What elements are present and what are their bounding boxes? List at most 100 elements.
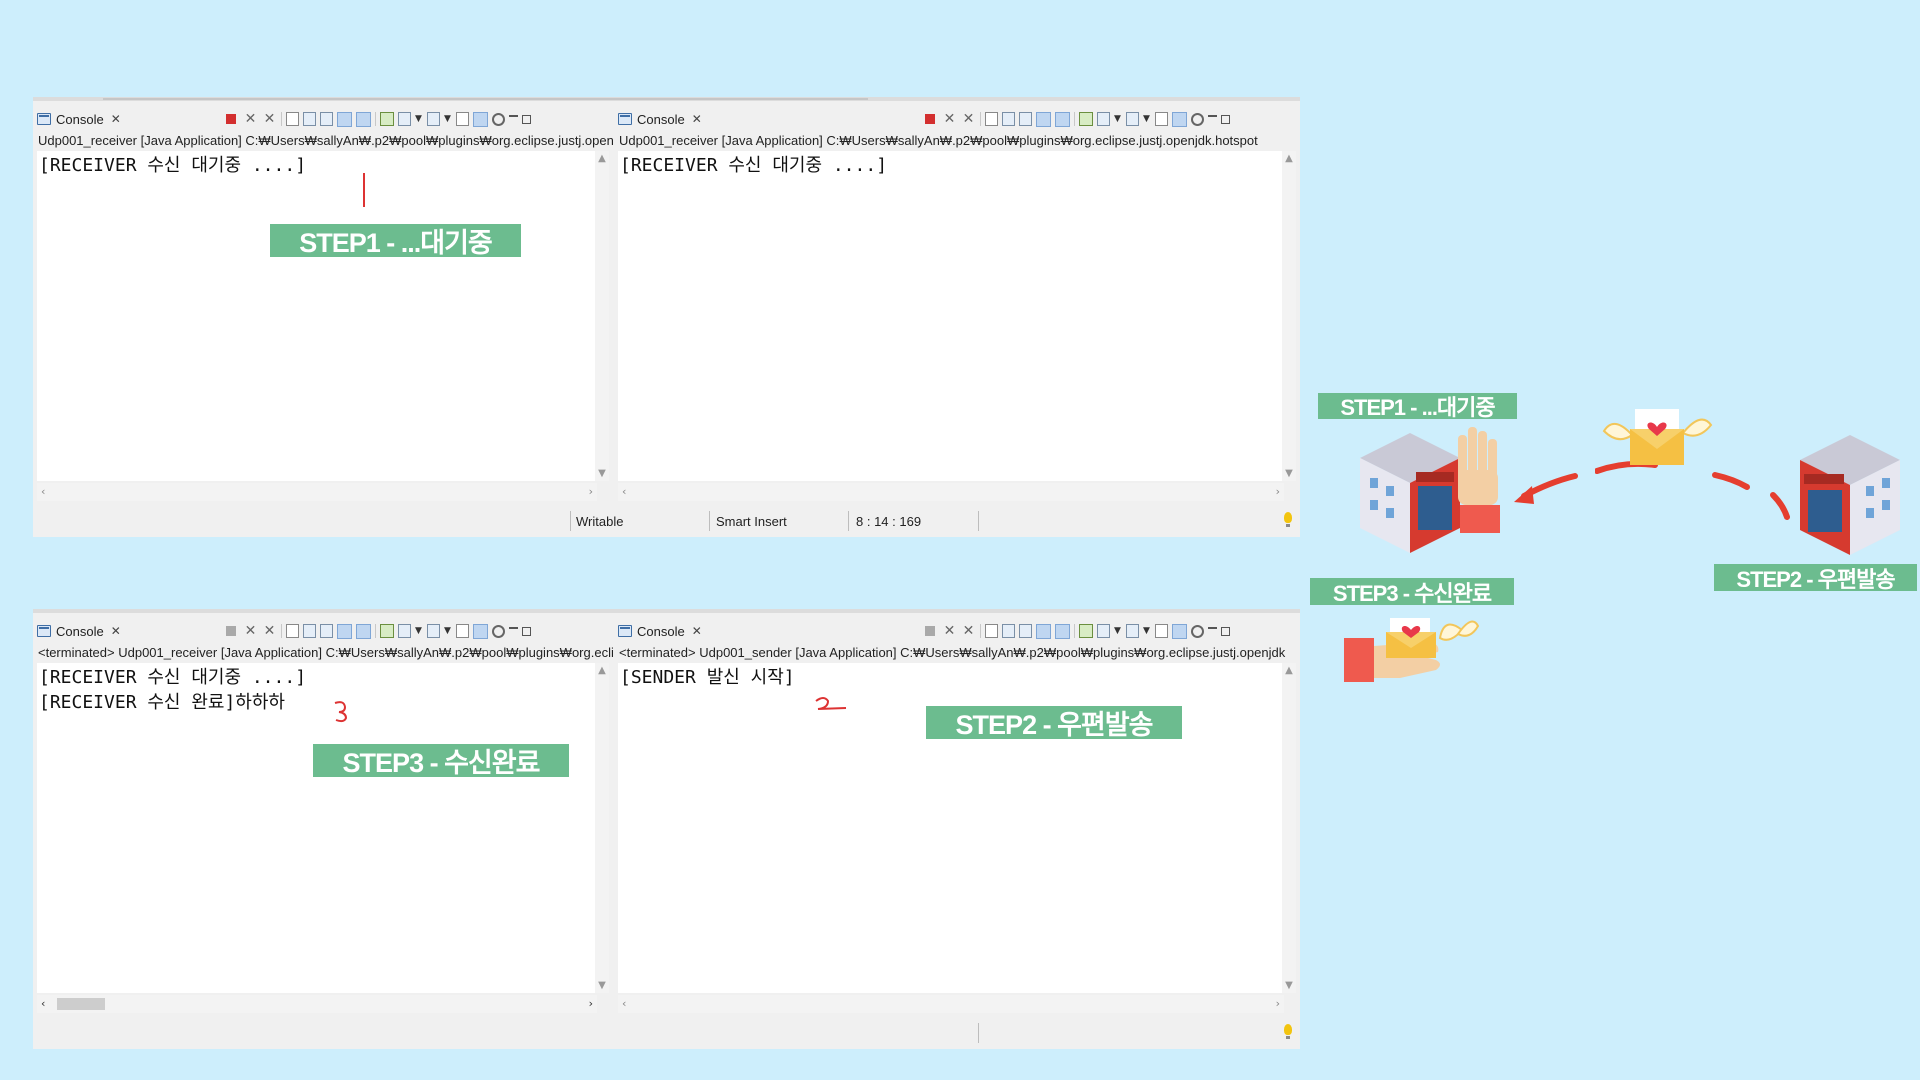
pin-console-icon[interactable] [380,624,394,638]
settings-icon[interactable] [492,624,505,638]
scroll-right-icon[interactable]: › [1276,997,1280,1010]
show-stderr-icon[interactable] [1055,623,1070,639]
scroll-lock-icon[interactable] [1002,112,1015,126]
terminate-icon[interactable] [226,114,236,124]
console-output[interactable]: [RECEIVER 수신 대기중 ....] [618,151,1284,481]
remove-all-icon[interactable]: ✕ [961,624,976,638]
word-wrap-icon[interactable] [1019,112,1032,126]
scroll-lock-icon[interactable] [1002,624,1015,638]
vertical-scrollbar[interactable]: ▲ ▼ [1282,663,1296,993]
scroll-left-icon[interactable]: ‹ [622,485,626,498]
vertical-scrollbar[interactable]: ▲ ▼ [595,151,609,481]
scroll-up-icon[interactable]: ▲ [1282,153,1296,164]
display-console-icon[interactable] [1097,624,1110,638]
pin-console-icon[interactable] [380,112,394,126]
scroll-left-icon[interactable]: ‹ [41,997,45,1010]
chevron-down-icon[interactable]: ▼ [444,624,452,638]
display-console-icon[interactable] [398,112,411,126]
remove-all-icon[interactable]: ✕ [262,624,277,638]
clear-console-icon[interactable] [286,624,299,638]
copy-icon[interactable] [1155,624,1168,638]
word-wrap-icon[interactable] [1019,624,1032,638]
console-tab[interactable]: Console ✕ [618,107,702,131]
close-icon[interactable]: ✕ [692,624,702,638]
remove-all-icon[interactable]: ✕ [961,112,976,126]
vertical-scrollbar[interactable]: ▲ ▼ [595,663,609,993]
word-wrap-icon[interactable] [320,624,333,638]
scroll-lock-icon[interactable] [303,112,316,126]
open-console-icon[interactable] [1126,624,1139,638]
remove-launch-icon[interactable]: ✕ [942,624,957,638]
display-console-icon[interactable] [1097,112,1110,126]
remove-launch-icon[interactable]: ✕ [243,112,258,126]
console-tab[interactable]: Console ✕ [618,619,702,643]
scroll-down-icon[interactable]: ▼ [595,468,609,479]
lightbulb-icon[interactable] [1284,512,1292,527]
copy-icon[interactable] [1155,112,1168,126]
show-stdout-icon[interactable] [337,623,352,639]
clear-console-icon[interactable] [985,624,998,638]
console-tab[interactable]: Console ✕ [37,619,121,643]
horizontal-scrollbar[interactable]: ‹ › [618,995,1284,1013]
lightbulb-icon[interactable] [1284,1024,1292,1039]
console-output[interactable]: [RECEIVER 수신 대기중 ....] [RECEIVER 수신 완료]하… [37,663,597,993]
remove-launch-icon[interactable]: ✕ [942,112,957,126]
open-console-icon[interactable] [1126,112,1139,126]
horizontal-scrollbar[interactable]: ‹ › [37,483,597,501]
chevron-down-icon[interactable]: ▼ [415,624,423,638]
scroll-down-icon[interactable]: ▼ [595,980,609,991]
maximize-icon[interactable] [1221,626,1230,636]
chevron-down-icon[interactable]: ▼ [415,112,423,126]
horizontal-scrollbar[interactable]: ‹ › [618,483,1284,501]
chevron-down-icon[interactable]: ▼ [1143,112,1151,126]
link-icon[interactable] [473,111,488,127]
minimize-icon[interactable] [1208,115,1217,117]
settings-icon[interactable] [492,112,505,126]
minimize-icon[interactable] [509,115,518,117]
link-icon[interactable] [1172,623,1187,639]
terminate-icon[interactable] [925,626,935,636]
open-console-icon[interactable] [427,624,440,638]
scroll-up-icon[interactable]: ▲ [595,153,609,164]
scroll-lock-icon[interactable] [303,624,316,638]
pin-console-icon[interactable] [1079,624,1093,638]
maximize-icon[interactable] [1221,114,1230,124]
copy-icon[interactable] [456,112,469,126]
scroll-right-icon[interactable]: › [1276,485,1280,498]
minimize-icon[interactable] [1208,627,1217,629]
show-stdout-icon[interactable] [1036,111,1051,127]
scroll-down-icon[interactable]: ▼ [1282,980,1296,991]
show-stderr-icon[interactable] [356,111,371,127]
clear-console-icon[interactable] [286,112,299,126]
chevron-down-icon[interactable]: ▼ [1143,624,1151,638]
scroll-left-icon[interactable]: ‹ [622,997,626,1010]
scroll-down-icon[interactable]: ▼ [1282,468,1296,479]
close-icon[interactable]: ✕ [111,624,121,638]
chevron-down-icon[interactable]: ▼ [1114,112,1122,126]
show-stderr-icon[interactable] [356,623,371,639]
settings-icon[interactable] [1191,624,1204,638]
pin-console-icon[interactable] [1079,112,1093,126]
minimize-icon[interactable] [509,627,518,629]
show-stdout-icon[interactable] [1036,623,1051,639]
console-tab[interactable]: Console ✕ [37,107,121,131]
settings-icon[interactable] [1191,112,1204,126]
vertical-scrollbar[interactable]: ▲ ▼ [1282,151,1296,481]
maximize-icon[interactable] [522,114,531,124]
link-icon[interactable] [1172,111,1187,127]
horizontal-scrollbar[interactable]: ‹ › [37,995,597,1013]
scroll-right-icon[interactable]: › [589,997,593,1010]
remove-all-icon[interactable]: ✕ [262,112,277,126]
open-console-icon[interactable] [427,112,440,126]
scroll-right-icon[interactable]: › [589,485,593,498]
chevron-down-icon[interactable]: ▼ [444,112,452,126]
chevron-down-icon[interactable]: ▼ [1114,624,1122,638]
copy-icon[interactable] [456,624,469,638]
close-icon[interactable]: ✕ [111,112,121,126]
clear-console-icon[interactable] [985,112,998,126]
terminate-icon[interactable] [226,626,236,636]
display-console-icon[interactable] [398,624,411,638]
maximize-icon[interactable] [522,626,531,636]
console-output[interactable]: [RECEIVER 수신 대기중 ....] [37,151,597,481]
remove-launch-icon[interactable]: ✕ [243,624,258,638]
